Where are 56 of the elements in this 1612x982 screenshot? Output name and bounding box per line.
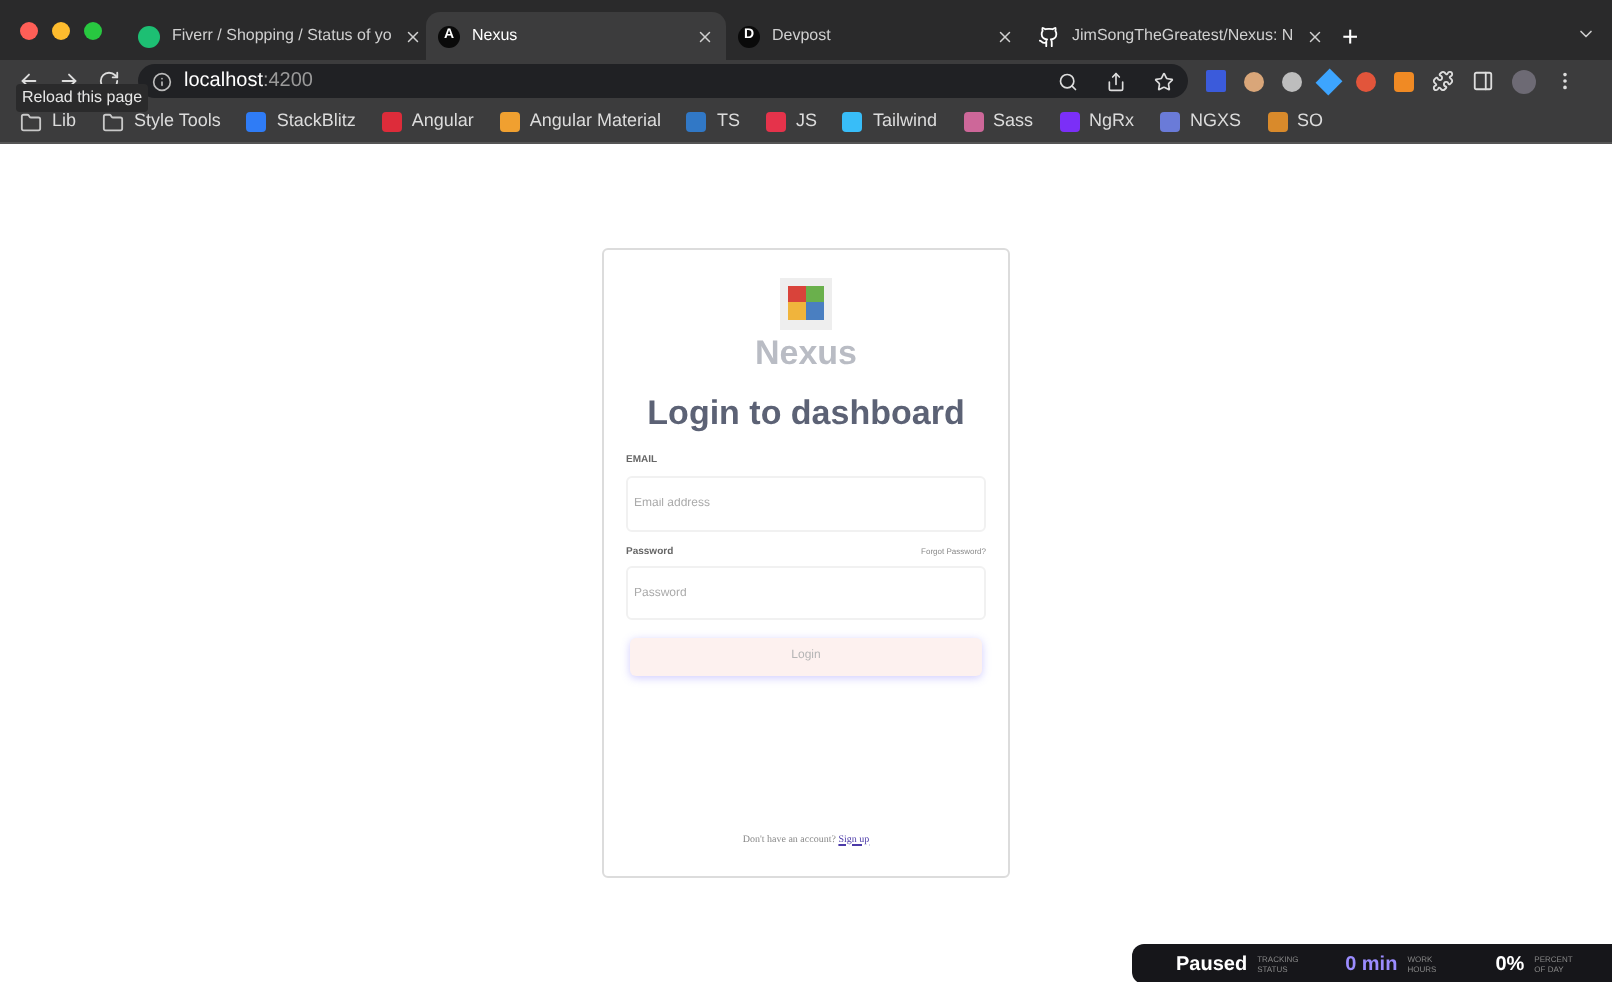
close-tab-icon[interactable] bbox=[1305, 27, 1324, 45]
tab-title: Devpost bbox=[772, 24, 833, 48]
share-icon[interactable] bbox=[1106, 71, 1126, 91]
new-tab-button[interactable]: + bbox=[1326, 12, 1375, 60]
browser-tab[interactable]: JimSongTheGreatest/Nexus: N bbox=[1026, 12, 1326, 60]
tracker-value: Paused bbox=[1176, 951, 1248, 979]
bookmark[interactable]: Tailwind bbox=[842, 108, 937, 136]
bookmark-label: Style Tools bbox=[134, 108, 221, 135]
info-icon bbox=[152, 71, 172, 91]
bookmark-label: JS bbox=[795, 108, 817, 135]
bookmark-label: StackBlitz bbox=[276, 108, 356, 135]
bookmark[interactable]: Lib bbox=[20, 108, 77, 136]
bookmark-star-icon[interactable] bbox=[1154, 71, 1174, 91]
search-icon[interactable] bbox=[1058, 71, 1078, 91]
bookmark[interactable]: StackBlitz bbox=[246, 108, 356, 136]
tracker-value: 0 min bbox=[1345, 951, 1398, 979]
tooltip: Reload this page bbox=[16, 84, 149, 112]
tab-title: Fiverr / Shopping / Status of yo bbox=[172, 24, 392, 48]
bookmark[interactable]: NGXS bbox=[1160, 108, 1242, 136]
side-panel-icon[interactable] bbox=[1472, 70, 1494, 92]
bookmark-label: SO bbox=[1297, 108, 1324, 135]
close-tab-icon[interactable] bbox=[996, 27, 1014, 45]
minimize-window-icon[interactable] bbox=[52, 21, 70, 39]
folder-icon bbox=[102, 111, 125, 133]
bookmark[interactable]: Angular Material bbox=[499, 108, 661, 136]
tracker-value: 0% bbox=[1495, 951, 1525, 979]
bookmark-label: TS bbox=[716, 108, 740, 135]
tab-favicon-icon bbox=[138, 25, 160, 47]
bookmark[interactable]: TS bbox=[686, 108, 740, 136]
bookmark-label: Tailwind bbox=[872, 108, 937, 135]
close-tab-icon[interactable] bbox=[696, 27, 714, 45]
browser-tab[interactable]: Fiverr / Shopping / Status of yo bbox=[126, 12, 426, 60]
bookmark-label: NgRx bbox=[1089, 108, 1135, 135]
bookmark-label: Angular Material bbox=[529, 108, 661, 135]
close-tab-icon[interactable] bbox=[403, 27, 422, 45]
url-text: localhost:4200 bbox=[184, 68, 315, 96]
bookmark[interactable]: NgRx bbox=[1059, 108, 1135, 136]
bookmark-label: Lib bbox=[52, 108, 77, 135]
github-icon bbox=[1038, 25, 1060, 47]
bookmark[interactable]: Style Tools bbox=[102, 108, 221, 136]
bookmark-label: Sass bbox=[993, 108, 1034, 135]
close-window-icon[interactable] bbox=[20, 21, 38, 39]
tab-title: Nexus bbox=[472, 24, 520, 48]
extensions-icon[interactable] bbox=[1432, 70, 1454, 92]
bookmark-label: NGXS bbox=[1190, 108, 1242, 135]
bookmark[interactable]: Sass bbox=[963, 108, 1034, 136]
bookmark-label: Angular bbox=[411, 108, 474, 135]
brand-name: Nexus bbox=[754, 336, 858, 370]
bookmark[interactable]: SO bbox=[1267, 108, 1324, 136]
folder-icon bbox=[20, 111, 42, 133]
page-heading: Login to dashboard bbox=[647, 396, 965, 430]
puzzle-logo-icon bbox=[780, 278, 832, 330]
bookmark[interactable]: JS bbox=[765, 108, 817, 136]
zoom-window-icon[interactable] bbox=[84, 21, 102, 39]
bookmark[interactable]: Angular bbox=[381, 108, 474, 136]
tab-title: JimSongTheGreatest/Nexus: N bbox=[1072, 24, 1294, 48]
